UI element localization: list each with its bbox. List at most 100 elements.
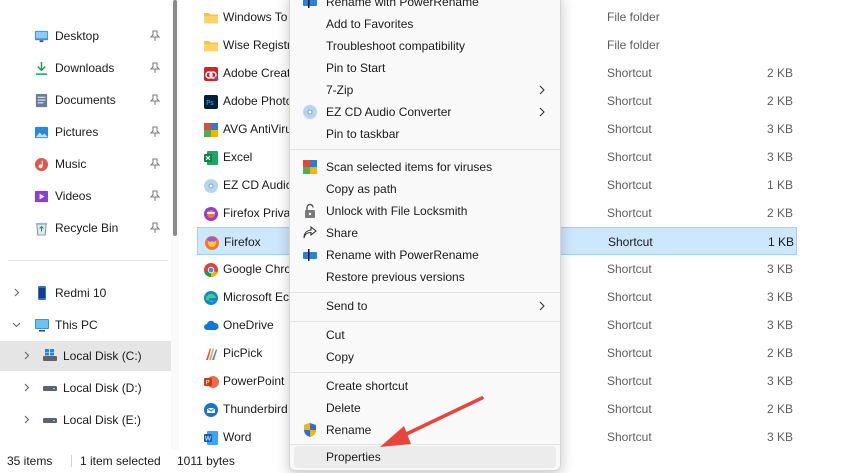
file-size: 3 KB (766, 290, 793, 304)
sidebar-item-label: Local Disk (C:) (63, 349, 142, 363)
menu-item-label: Properties (326, 450, 381, 464)
menu-item-7-zip[interactable]: 7-Zip (294, 79, 556, 101)
file-type: Shortcut (607, 374, 652, 388)
file-size: 2 KB (766, 346, 793, 360)
menu-item-ez-cd-audio-converter[interactable]: EZ CD Audio Converter (294, 101, 556, 123)
file-type: Shortcut (607, 430, 652, 444)
sidebar-item-this-pc[interactable]: This PC (0, 310, 171, 340)
menu-item-label: Cut (326, 328, 345, 342)
phone-icon (38, 286, 46, 300)
sidebar-item-music[interactable]: Music (0, 150, 171, 178)
menu-item-scan-for-viruses[interactable]: Scan selected items for viruses (294, 156, 556, 178)
sidebar-item-recycle-bin[interactable]: Recycle Bin (0, 214, 171, 242)
sidebar-item-documents[interactable]: Documents (0, 86, 171, 114)
cd-icon (303, 105, 317, 119)
svg-text:Ps: Ps (206, 99, 214, 107)
menu-item-share[interactable]: Share (294, 222, 556, 244)
sidebar-item-downloads[interactable]: Downloads (0, 54, 171, 82)
menu-item-troubleshoot-compatibility[interactable]: Troubleshoot compatibility (294, 35, 556, 57)
menu-item-pin-to-start[interactable]: Pin to Start (294, 57, 556, 79)
menu-separator (290, 372, 560, 373)
file-type: Shortcut (607, 178, 652, 192)
sidebar-item-desktop[interactable]: Desktop (0, 22, 171, 50)
menu-separator (290, 444, 560, 445)
menu-item-rename-with-powerrename-top[interactable]: Rename with PowerRename (294, 0, 556, 13)
menu-item-send-to[interactable]: Send to (294, 295, 556, 317)
sidebar-item-label: Desktop (55, 29, 100, 43)
pin-icon[interactable] (150, 190, 160, 202)
file-size: 3 KB (766, 150, 793, 164)
file-name: AVG AntiViru (223, 122, 292, 136)
menu-item-copy[interactable]: Copy (294, 346, 556, 368)
pin-icon[interactable] (150, 158, 160, 170)
file-name: PicPick (223, 346, 263, 360)
sidebar-item-local-disk-d[interactable]: Local Disk (D:) (0, 373, 171, 403)
music-icon (34, 157, 49, 172)
sidebar-item-partial[interactable] (0, 437, 171, 449)
firefox-icon (205, 236, 219, 250)
item-count: 35 items (7, 454, 53, 468)
firefox-private-icon (204, 207, 218, 221)
cd-icon (204, 179, 218, 193)
context-menu: Rename with PowerRename Add to Favorites… (289, 0, 561, 471)
pin-icon[interactable] (150, 126, 160, 138)
chevron-right-icon[interactable] (22, 383, 31, 392)
file-name: OneDrive (223, 318, 274, 332)
desktop-icon (34, 30, 49, 43)
file-type: Shortcut (607, 122, 652, 136)
menu-item-label: Pin to taskbar (326, 127, 400, 141)
menu-item-copy-as-path[interactable]: Copy as path (294, 178, 556, 200)
chevron-down-icon[interactable] (12, 320, 21, 329)
pin-icon[interactable] (150, 62, 160, 74)
file-name: Excel (223, 150, 253, 164)
menu-item-properties[interactable]: Properties (294, 446, 556, 468)
chevron-right-icon[interactable] (22, 415, 31, 424)
chevron-right-icon (539, 301, 545, 311)
menu-item-label: Rename with PowerRename (326, 0, 479, 9)
chevron-right-icon[interactable] (22, 351, 31, 360)
file-type: Shortcut (607, 346, 652, 360)
folder-icon (204, 41, 218, 52)
menu-item-delete[interactable]: Delete (294, 397, 556, 419)
svg-text:P: P (206, 379, 210, 387)
file-type: File folder (607, 38, 660, 52)
menu-item-add-to-favorites[interactable]: Add to Favorites (294, 13, 556, 35)
menu-item-rename[interactable]: Rename (294, 419, 556, 441)
menu-item-label: Restore previous versions (326, 270, 465, 284)
powerrename-icon (303, 0, 317, 8)
file-type: Shortcut (607, 206, 652, 220)
menu-item-restore-previous-versions[interactable]: Restore previous versions (294, 266, 556, 288)
sidebar-item-pictures[interactable]: Pictures (0, 118, 171, 146)
menu-item-unlock-with-file-locksmith[interactable]: Unlock with File Locksmith (294, 200, 556, 222)
sidebar-item-local-disk-c[interactable]: Local Disk (C:) (0, 341, 171, 371)
sidebar-item-label: Downloads (55, 61, 115, 75)
folder-icon (204, 13, 218, 24)
file-name: Microsoft Ec (223, 290, 290, 304)
lock-icon (305, 203, 315, 218)
menu-item-cut[interactable]: Cut (294, 324, 556, 346)
file-size: 1 KB (767, 235, 794, 249)
pin-icon[interactable] (150, 222, 160, 234)
file-name: Word (223, 430, 252, 444)
menu-item-label: Copy as path (326, 182, 397, 196)
status-divider (71, 455, 72, 467)
menu-item-label: Rename (326, 423, 372, 437)
file-name: Windows To (223, 10, 288, 24)
sidebar-item-videos[interactable]: Videos (0, 182, 171, 210)
sidebar-item-redmi-10[interactable]: Redmi 10 (0, 278, 171, 308)
sidebar-divider (8, 260, 168, 261)
chevron-right-icon[interactable] (12, 288, 21, 297)
sidebar-item-label: Redmi 10 (55, 286, 107, 300)
pin-icon[interactable] (150, 30, 160, 42)
pin-icon[interactable] (150, 94, 160, 106)
menu-item-rename-with-powerrename[interactable]: Rename with PowerRename (294, 244, 556, 266)
powerpoint-icon: P (204, 376, 219, 388)
menu-item-create-shortcut[interactable]: Create shortcut (294, 375, 556, 397)
selection-count: 1 item selected (80, 454, 161, 468)
file-name: Google Chro (223, 262, 292, 276)
menu-separator (290, 292, 560, 293)
menu-item-label: Add to Favorites (326, 17, 414, 31)
menu-item-pin-to-taskbar[interactable]: Pin to taskbar (294, 123, 556, 145)
sidebar-scrollbar-thumb[interactable] (173, 0, 177, 236)
sidebar-item-local-disk-e[interactable]: Local Disk (E:) (0, 405, 171, 435)
